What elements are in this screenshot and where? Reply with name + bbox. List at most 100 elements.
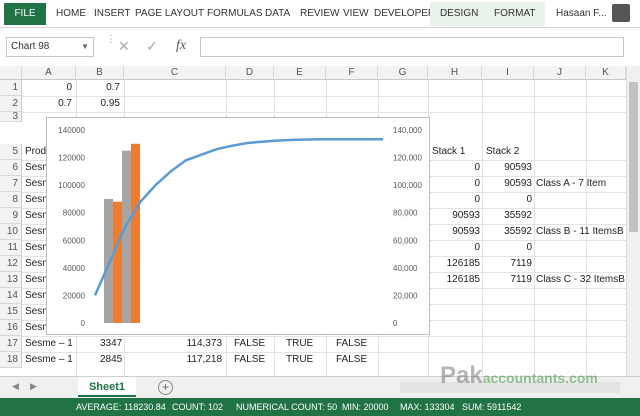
row-header[interactable]: 17 xyxy=(0,336,22,352)
cell[interactable]: 7119 xyxy=(482,256,532,272)
chevron-down-icon[interactable]: ▼ xyxy=(81,38,89,56)
tab-developer[interactable]: DEVELOPER xyxy=(374,8,435,19)
row-header[interactable]: 10 xyxy=(0,224,22,240)
cell[interactable]: 114,373 xyxy=(124,336,222,352)
cell[interactable]: FALSE xyxy=(336,352,367,368)
add-sheet-button[interactable]: + xyxy=(158,380,173,395)
name-box[interactable]: Chart 98 ▼ xyxy=(6,37,94,57)
cell[interactable]: 126185 xyxy=(428,256,480,272)
col-header-i[interactable]: I xyxy=(482,66,534,80)
cancel-icon[interactable]: ✕ xyxy=(118,38,130,55)
cell[interactable]: Stack 1 xyxy=(432,144,465,160)
cell[interactable]: 0 xyxy=(428,240,480,256)
col-header-f[interactable]: F xyxy=(326,66,378,80)
tab-format[interactable]: FORMAT xyxy=(494,8,535,19)
cell[interactable]: 90593 xyxy=(482,160,532,176)
row-header[interactable]: 12 xyxy=(0,256,22,272)
tab-page-layout[interactable]: PAGE LAYOUT xyxy=(135,8,204,19)
cell[interactable]: 0 xyxy=(482,192,532,208)
file-tab[interactable]: FILE xyxy=(4,3,46,25)
cell[interactable]: 0 xyxy=(428,192,480,208)
col-header-c[interactable]: C xyxy=(124,66,226,80)
status-bar: AVERAGE: 118230.84 COUNT: 102 NUMERICAL … xyxy=(0,398,640,416)
cell[interactable]: 0.7 xyxy=(76,80,120,96)
watermark-logo: Pakaccountants.com xyxy=(440,362,598,390)
scrollbar-thumb[interactable] xyxy=(629,82,638,232)
row-header[interactable]: 5 xyxy=(0,144,22,160)
next-sheet-icon[interactable]: ▶ xyxy=(30,381,37,392)
row-header[interactable]: 2 xyxy=(0,96,22,112)
tab-formulas[interactable]: FORMULAS xyxy=(207,8,263,19)
row-header[interactable]: 3 xyxy=(0,112,22,122)
cell[interactable]: TRUE xyxy=(286,336,313,352)
row-header[interactable]: 14 xyxy=(0,288,22,304)
cell[interactable]: Sesme – 1 xyxy=(25,336,73,352)
cell[interactable]: 126185 xyxy=(428,272,480,288)
cell[interactable]: 7119 xyxy=(482,272,532,288)
cell[interactable]: 0 xyxy=(22,80,72,96)
cell[interactable]: 90593 xyxy=(482,176,532,192)
cell[interactable]: Stack 2 xyxy=(486,144,519,160)
bar[interactable] xyxy=(113,201,122,323)
formula-input[interactable] xyxy=(200,37,624,57)
insert-function-icon[interactable]: fx xyxy=(176,38,186,54)
prev-sheet-icon[interactable]: ◀ xyxy=(12,381,19,392)
row-header[interactable]: 16 xyxy=(0,320,22,336)
row-header[interactable]: 1 xyxy=(0,80,22,96)
tab-insert[interactable]: INSERT xyxy=(94,8,131,19)
left-axis: 140000 120000 100000 80000 60000 40000 20000 0 xyxy=(58,126,85,328)
cell[interactable]: TRUE xyxy=(286,352,313,368)
tab-view[interactable]: VIEW xyxy=(343,8,369,19)
vertical-scrollbar[interactable] xyxy=(626,66,640,376)
row-header[interactable]: 18 xyxy=(0,352,22,368)
cell[interactable]: 35592 xyxy=(482,208,532,224)
cell[interactable]: 3347 xyxy=(100,336,122,352)
cell[interactable]: 90593 xyxy=(428,224,480,240)
row-header[interactable]: 6 xyxy=(0,160,22,176)
tab-home[interactable]: HOME xyxy=(56,8,86,19)
cell[interactable]: 35592 xyxy=(482,224,532,240)
confirm-icon[interactable]: ✓ xyxy=(146,38,158,55)
row-header[interactable]: 8 xyxy=(0,192,22,208)
cell[interactable]: FALSE xyxy=(234,336,265,352)
row-header[interactable]: 9 xyxy=(0,208,22,224)
sheet-tab-sheet1[interactable]: Sheet1 xyxy=(78,377,136,397)
bar[interactable] xyxy=(104,198,113,323)
embedded-chart[interactable]: 140000 120000 100000 80000 60000 40000 20000 0 … xyxy=(46,117,430,335)
row-header[interactable]: 11 xyxy=(0,240,22,256)
cell[interactable]: 0 xyxy=(428,176,480,192)
col-header-a[interactable]: A xyxy=(22,66,76,80)
row-header[interactable]: 15 xyxy=(0,304,22,320)
avatar[interactable] xyxy=(612,4,630,22)
cell[interactable]: 0.7 xyxy=(22,96,72,112)
col-header-h[interactable]: H xyxy=(428,66,482,80)
col-header-k[interactable]: K xyxy=(586,66,626,80)
row-header[interactable]: 7 xyxy=(0,176,22,192)
col-header-j[interactable]: J xyxy=(534,66,586,80)
col-header-e[interactable]: E xyxy=(274,66,326,80)
bar[interactable] xyxy=(131,143,140,323)
cell[interactable]: FALSE xyxy=(234,352,265,368)
cell[interactable]: 0.95 xyxy=(76,96,120,112)
tab-review[interactable]: REVIEW xyxy=(300,8,339,19)
user-name[interactable]: Hasaan F... xyxy=(556,8,607,19)
cell[interactable]: Prod xyxy=(25,144,46,160)
cell[interactable]: Class C - 32 ItemsB xyxy=(536,272,626,288)
col-header-d[interactable]: D xyxy=(226,66,274,80)
col-header-b[interactable]: B xyxy=(76,66,124,80)
cell[interactable]: FALSE xyxy=(336,336,367,352)
tab-data[interactable]: DATA xyxy=(265,8,290,19)
row-header[interactable]: 13 xyxy=(0,272,22,288)
col-header-g[interactable]: G xyxy=(378,66,428,80)
cell[interactable]: 0 xyxy=(482,240,532,256)
cell[interactable]: 90593 xyxy=(428,208,480,224)
tab-design[interactable]: DESIGN xyxy=(440,8,478,19)
cell[interactable]: Class B - 11 ItemsB xyxy=(536,224,626,240)
bar[interactable] xyxy=(122,150,131,323)
cell[interactable]: Sesme – 1 xyxy=(25,352,73,368)
cell[interactable]: 0 xyxy=(428,160,480,176)
cell[interactable]: 2845 xyxy=(100,352,122,368)
cell[interactable]: 117,218 xyxy=(124,352,222,368)
cell[interactable]: Class A - 7 Item xyxy=(536,176,626,192)
select-all-corner[interactable] xyxy=(0,66,22,80)
